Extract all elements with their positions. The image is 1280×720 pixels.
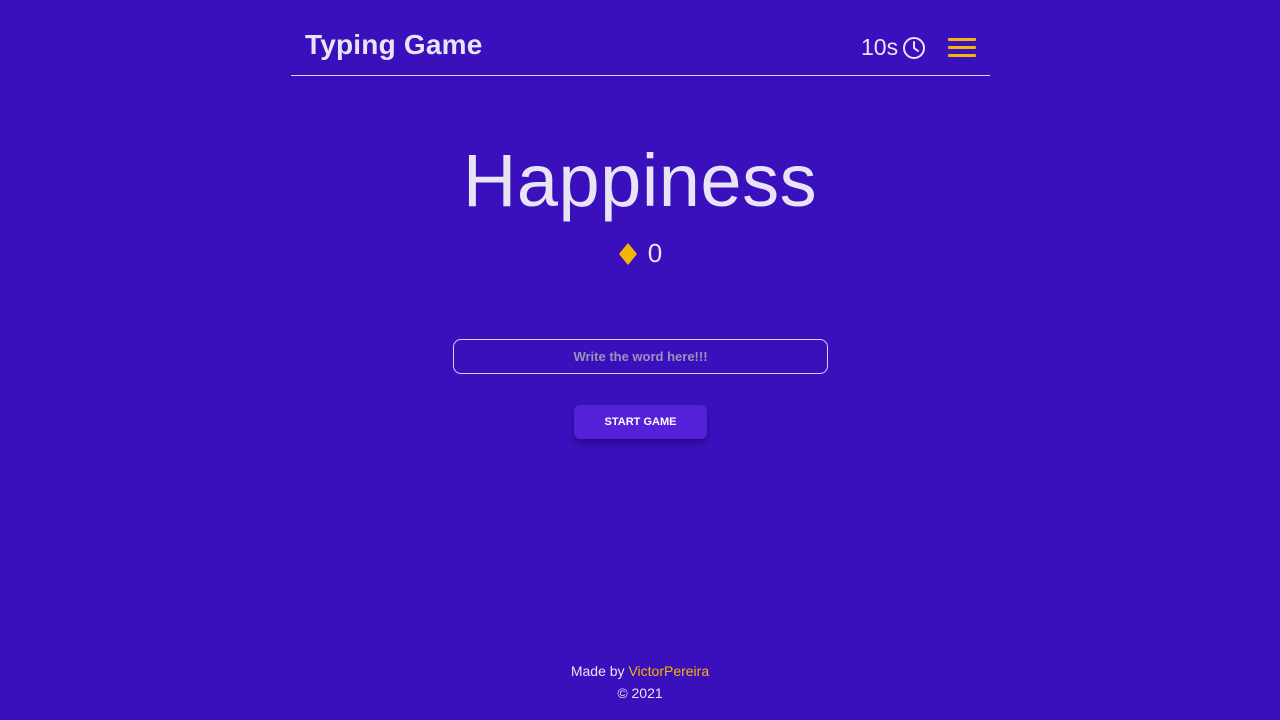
footer: Made by VictorPereira © 2021 — [0, 660, 1280, 704]
score: 0 — [0, 238, 1280, 269]
start-game-button[interactable]: START GAME — [574, 405, 707, 439]
timer: 10s — [861, 34, 926, 61]
hamburger-menu-icon[interactable] — [947, 36, 977, 60]
footer-credit: Made by VictorPereira — [0, 660, 1280, 682]
word-input[interactable] — [453, 339, 828, 374]
clock-icon — [903, 36, 926, 59]
made-by-label: Made by — [570, 663, 625, 679]
app-title: Typing Game — [305, 29, 483, 60]
score-value: 0 — [647, 238, 663, 268]
copyright: © 2021 — [617, 685, 663, 701]
current-word: Happiness — [462, 139, 818, 222]
header: Typing Game 10s — [291, 20, 990, 76]
diamond-icon — [618, 242, 637, 265]
author-link[interactable]: VictorPereira — [628, 663, 709, 679]
timer-value: 10s — [861, 34, 899, 60]
